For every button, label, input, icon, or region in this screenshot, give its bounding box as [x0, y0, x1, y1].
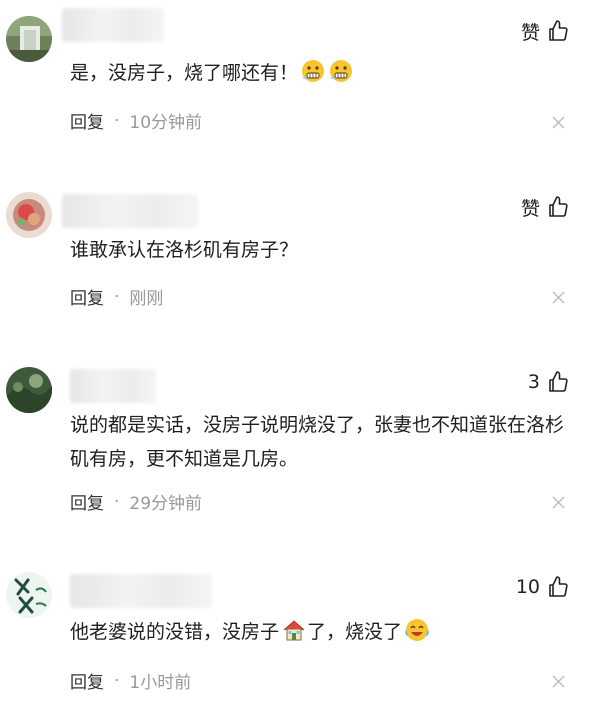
comment-item: 赞 是，没房子，烧了哪还有！ 回复 · 10分钟前 [0, 0, 597, 175]
comment-text: 谁敢承认在洛杉矶有房子？ [70, 233, 575, 267]
comment-text-content: 谁敢承认在洛杉矶有房子？ [70, 239, 299, 261]
comment-text-content: 说的都是实话，没房子说明烧没了，张妻也不知道张在洛杉矶有房，更不知道是几房。 [70, 414, 565, 470]
like-button[interactable]: 赞 [521, 192, 570, 222]
comment-text: 他老婆说的没错，没房子 了，烧没了 [70, 615, 575, 649]
timestamp: 1小时前 [129, 673, 192, 693]
avatar[interactable] [6, 16, 52, 62]
timestamp: 刚刚 [129, 289, 164, 309]
separator-dot: · [114, 491, 120, 512]
avatar[interactable] [6, 367, 52, 413]
thumbs-up-icon [549, 576, 568, 597]
reply-button[interactable]: 回复 [70, 489, 104, 514]
timestamp: 29分钟前 [129, 494, 203, 514]
like-button[interactable]: 赞 [521, 16, 570, 46]
like-button[interactable]: 3 [528, 367, 570, 397]
comment-item: 3 说的都是实话，没房子说明烧没了，张妻也不知道张在洛杉矶有房，更不知道是几房。… [0, 355, 597, 555]
username-blurred [70, 369, 156, 403]
separator-dot: · [114, 670, 120, 691]
like-count: 3 [527, 371, 540, 393]
thumbs-up-icon [549, 371, 568, 392]
close-icon[interactable] [552, 675, 565, 688]
like-count: 10 [515, 576, 540, 598]
close-icon[interactable] [552, 496, 565, 509]
reply-button[interactable]: 回复 [70, 668, 104, 693]
reply-button[interactable]: 回复 [70, 284, 104, 309]
avatar[interactable] [6, 572, 52, 618]
timestamp: 10分钟前 [129, 113, 203, 133]
comment-item: 赞 谁敢承认在洛杉矶有房子？ 回复 · 刚刚 [0, 180, 597, 355]
username-blurred [70, 574, 212, 608]
username-blurred [62, 194, 198, 228]
close-icon[interactable] [552, 116, 565, 129]
grimace-face-icon [302, 60, 325, 82]
reply-button[interactable]: 回复 [70, 108, 104, 133]
avatar[interactable] [6, 192, 52, 238]
like-label: 赞 [520, 197, 540, 220]
like-label: 赞 [520, 21, 540, 44]
thumbs-up-icon [549, 196, 568, 217]
separator-dot: · [114, 286, 120, 307]
grimace-face-icon [330, 60, 353, 82]
comment-meta: 回复 · 29分钟前 [70, 489, 203, 515]
comment-meta: 回复 · 刚刚 [70, 284, 164, 310]
like-button[interactable]: 10 [516, 572, 570, 602]
comment-item: 10 他老婆说的没错，没房子 了，烧没了 回复 · 1小时前 [0, 560, 597, 725]
comment-meta: 回复 · 1小时前 [70, 668, 192, 694]
thumbs-up-icon [549, 20, 568, 41]
house-icon [283, 620, 305, 641]
close-icon[interactable] [552, 291, 565, 304]
comment-text: 说的都是实话，没房子说明烧没了，张妻也不知道张在洛杉矶有房，更不知道是几房。 [70, 408, 575, 476]
laughing-crying-face-icon [405, 619, 429, 641]
comment-text-content: 是，没房子，烧了哪还有！ [70, 62, 299, 84]
separator-dot: · [114, 110, 120, 131]
comment-text-part: 他老婆说的没错，没房子 [70, 621, 280, 643]
username-blurred [62, 8, 164, 42]
comment-text-part: 了，烧没了 [307, 621, 403, 643]
comment-meta: 回复 · 10分钟前 [70, 108, 203, 134]
comment-text: 是，没房子，烧了哪还有！ [70, 56, 575, 90]
